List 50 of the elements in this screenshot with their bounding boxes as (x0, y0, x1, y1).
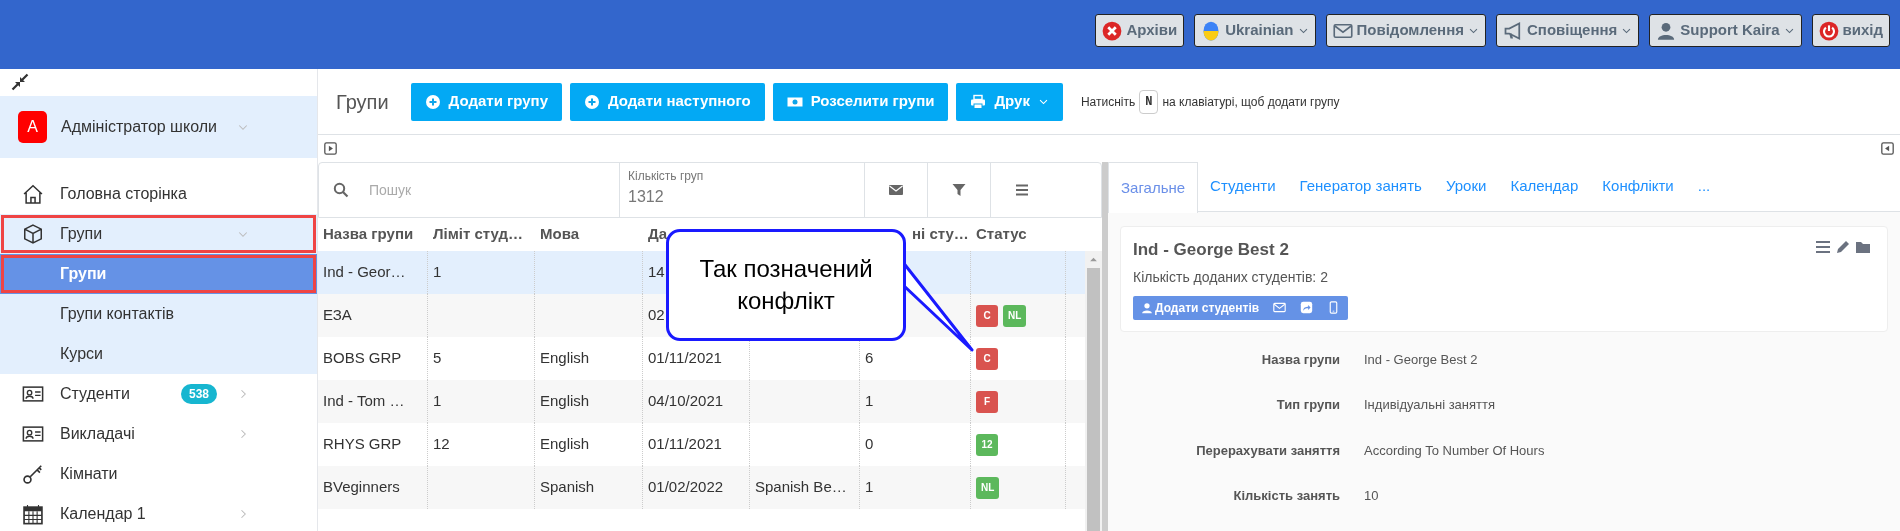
table-cell-text: English (540, 348, 590, 369)
table-cell-text: 12 (433, 434, 450, 455)
field-value: Індивідуальні заняття (1364, 396, 1495, 414)
card-title: Ind - George Best 2 (1133, 239, 1289, 261)
table-cell-text: 1 (433, 391, 442, 412)
status-badge: NL (976, 476, 1000, 499)
table-cell-text: English (540, 434, 590, 455)
hint-text: на клавіатурі, щоб додати групу (1162, 93, 1340, 111)
field-value: According To Number Of Hours (1364, 441, 1545, 460)
table-cell-text: 1 (865, 477, 874, 498)
table-cell-text: 02 (648, 305, 665, 326)
account-name: Адміністратор школи (61, 117, 218, 137)
hint-text: Натисніть (1080, 93, 1136, 111)
table-cell-text: Spanish (540, 477, 595, 498)
avatar-badge: А (18, 111, 47, 143)
table-cell-text: 01/02/2022 (648, 477, 724, 498)
status-badge: F (976, 390, 998, 413)
table-cell-text: Ind - Tom … (323, 391, 405, 412)
status-badge: 12 (976, 433, 998, 456)
field-label: Перерахувати заняття (1195, 441, 1340, 460)
table-cell-text: 14 (648, 262, 665, 283)
field-label: Кількість занять (1232, 487, 1340, 505)
count-label: Кількість груп (628, 168, 705, 185)
table-cell-text: 6 (865, 348, 874, 369)
table-cell-text: English (540, 391, 590, 412)
count-value: 1312 (628, 187, 665, 207)
table-cell-text: 1 (865, 391, 874, 412)
field-label: Тип групи (1275, 396, 1340, 414)
table-cell-text: 1 (433, 262, 442, 283)
field-value: 10 (1364, 487, 1379, 505)
table-cell-text: 01/11/2021 (648, 434, 722, 455)
card-subtitle: Кількість доданих студентів: 2 (1133, 267, 1329, 287)
table-cell-text: 01/11/2021 (648, 348, 722, 369)
field-value: Ind - George Best 2 (1364, 350, 1478, 369)
table-cell-text: 04/10/2021 (648, 391, 724, 412)
status-badge: NL (1003, 304, 1027, 327)
table-cell-text: 5 (433, 348, 442, 369)
table-cell-text: RHYS GRP (323, 434, 402, 455)
table-cell-text: BOBS GRP (323, 348, 402, 369)
table-cell-text: 0 (865, 434, 874, 455)
status-badge: C (976, 304, 998, 327)
count-badge: 538 (180, 384, 217, 404)
table-cell-text: Ind - Geor… (323, 262, 406, 283)
table-cell-text: BVeginners (323, 477, 400, 498)
keyboard-key: N (1139, 89, 1159, 114)
page-title: Групи (336, 89, 389, 115)
field-label: Назва групи (1260, 350, 1340, 369)
table-cell-text: Spanish Be… (755, 477, 847, 498)
status-badge: C (976, 347, 998, 370)
table-cell-text: ЕЗА (323, 305, 352, 326)
